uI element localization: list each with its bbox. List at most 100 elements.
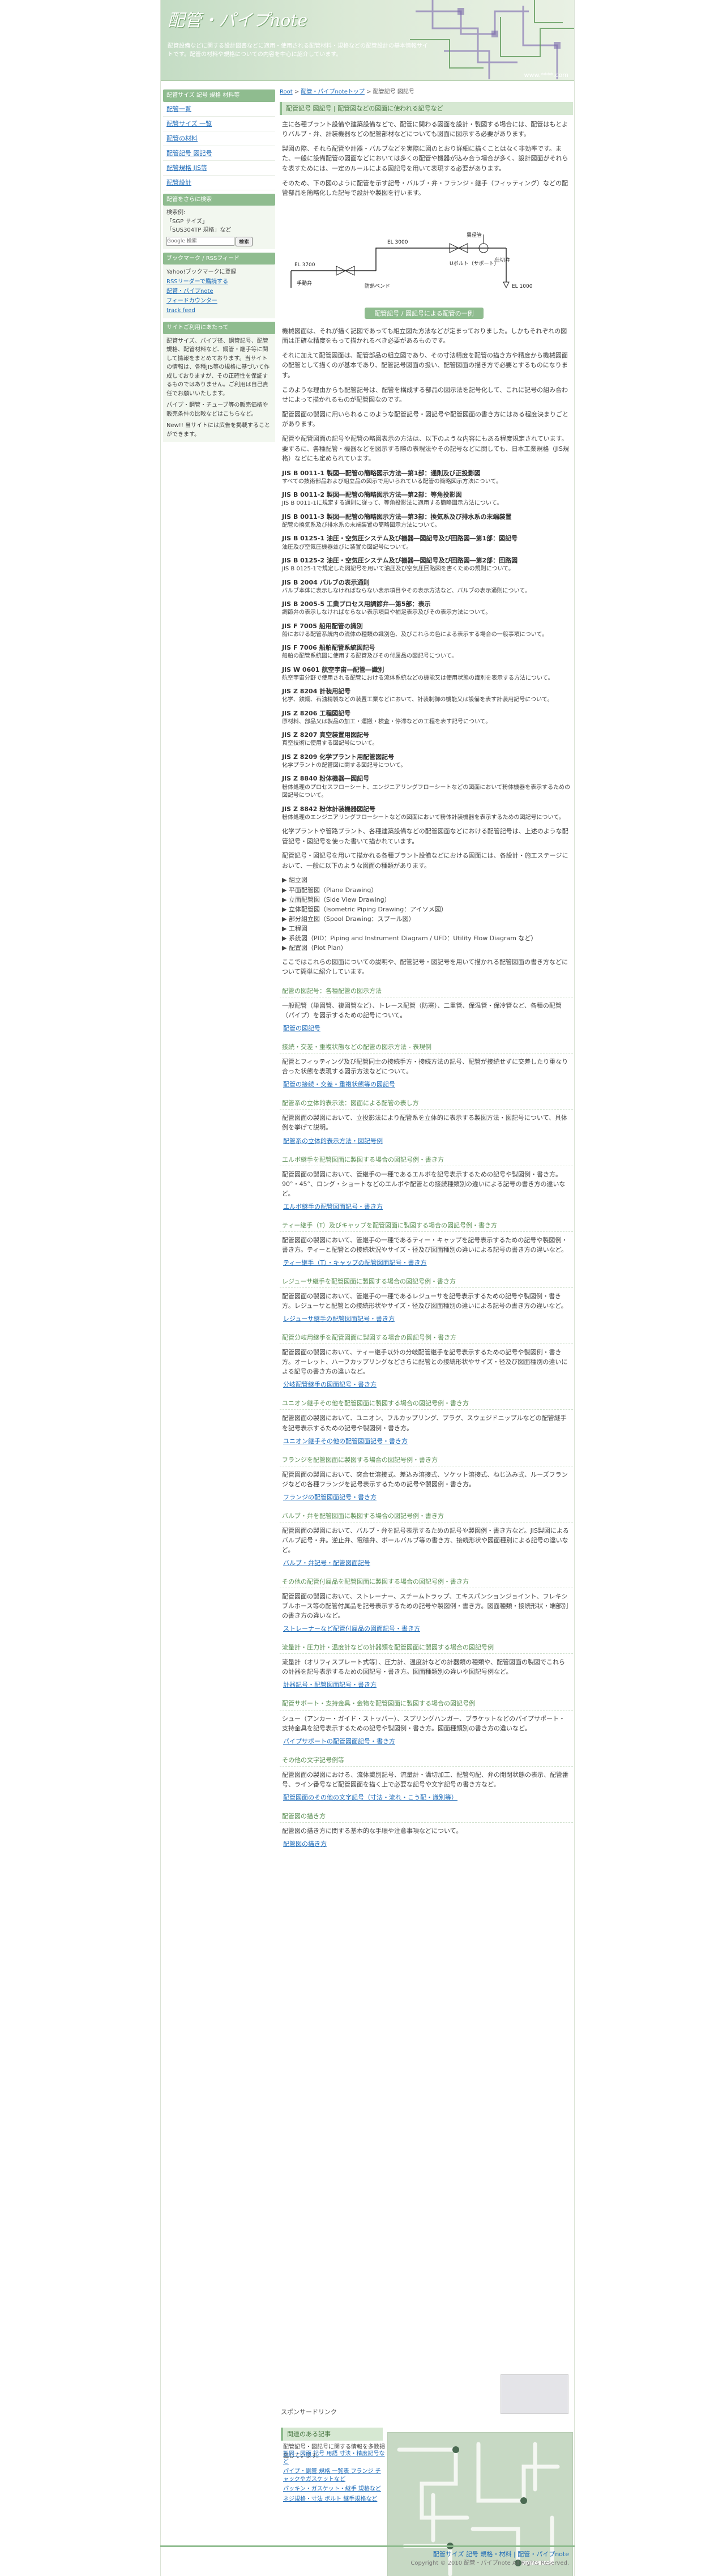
section-link[interactable]: バルブ・弁記号・配管図面記号 bbox=[283, 1558, 570, 1568]
sidebar-item-pipe-material[interactable]: 配管の材料 bbox=[163, 131, 275, 146]
jis-standard-item: JIS F 7006 船舶配管系統図記号 船舶の配管系統図に使用する配管及びその付… bbox=[282, 643, 571, 661]
jis-standard-title[interactable]: JIS Z 8206 工程図記号 bbox=[282, 709, 571, 718]
section-block: その他の文字記号例等 配管図面の製図における、流体識別記号、流量計・溝切加工、配管… bbox=[280, 1754, 573, 1802]
section-link[interactable]: 配管図の描き方 bbox=[283, 1839, 570, 1849]
jis-standard-item: JIS B 0011-1 製図―配管の簡略図示方法―第1部：通則及び正投影図 すべ… bbox=[282, 468, 571, 487]
search-button[interactable]: 検索 bbox=[236, 236, 253, 246]
jis-standard-title[interactable]: JIS B 0011-2 製図―配管の簡略図示方法―第2部：等角投影図 bbox=[282, 490, 571, 500]
section-block: フランジを配管図面に製図する場合の図記号例・書き方 配管図面の製図において、突合せ… bbox=[280, 1454, 573, 1502]
related-item[interactable]: 製図・図面 記号 用語 寸法・精度記号など bbox=[283, 2450, 385, 2466]
section-heading: エルボ継手を配管図面に製図する場合の図記号例・書き方 bbox=[280, 1154, 573, 1166]
jis-standard-title[interactable]: JIS B 0125-1 油圧・空気圧システム及び機器―図記号及び回路図―第1部… bbox=[282, 534, 571, 543]
diagram-label-el4: EL 1000 bbox=[512, 284, 533, 289]
section-heading: レジューサ継手を配管図面に製図する場合の図記号例・書き方 bbox=[280, 1276, 573, 1289]
section-heading: 配管図の描き方 bbox=[280, 1810, 573, 1823]
site-logo[interactable]: 配管・パイプnote bbox=[168, 8, 307, 35]
related-list: 製図・図面 記号 用語 寸法・精度記号など パイプ・鋼管 規格 一覧表 フランジ… bbox=[283, 2450, 385, 2505]
feed-link[interactable]: 配管・パイプnote bbox=[166, 288, 213, 295]
section-link[interactable]: パイプサポートの配管図面記号・書き方 bbox=[283, 1737, 570, 1746]
jis-standard-title[interactable]: JIS F 7006 船舶配管系統図記号 bbox=[282, 643, 571, 652]
sponsor-banner[interactable] bbox=[501, 2374, 568, 2414]
section-text: 配管図面の製図において、ストレーナー、スチームトラップ、エキスパンションジョイン… bbox=[282, 1593, 568, 1620]
jis-standard-desc: JIS B 0125-1で規定した図記号を用いて油圧及び空気圧回路図を書くための… bbox=[282, 566, 514, 573]
jis-standard-title[interactable]: JIS B 0125-2 油圧・空気圧システム及び機器―図記号及び回路図―第2部… bbox=[282, 556, 571, 565]
drawing-type-item: ▶ 組立図 bbox=[282, 876, 307, 884]
section-text: 配管図面の製図において、管継手の一種であるレジューサを記号表示するための記号や製… bbox=[282, 1293, 567, 1310]
sidebar-item-pipe-list[interactable]: 配管一覧 bbox=[163, 102, 275, 117]
body-paragraph-7: 配管図面の製図に用いられるこのような配管記号・図記号や配管図面の書き方にはある程… bbox=[282, 410, 568, 428]
section-link[interactable]: レジューサ継手の配管図面記号・書き方 bbox=[283, 1314, 570, 1324]
drawing-type-item: ▶ 配置図（Plot Plan） bbox=[282, 944, 347, 952]
jis-standard-title[interactable]: JIS Z 8204 計装用記号 bbox=[282, 686, 571, 696]
related-item[interactable]: パイプ・鋼管 規格 一覧表 フランジ チャックやガスケットなど bbox=[283, 2468, 385, 2483]
section-text: 配管とフィッティング及び配管同士の接続手方・接続方法の記号、配管が接続せずに交差… bbox=[282, 1058, 568, 1076]
section-heading: 配管の図記号：各種配管の図示方法 bbox=[280, 985, 573, 998]
search-example-2: 「SUS304TP 規格」など bbox=[166, 227, 232, 234]
breadcrumb-site[interactable]: 配管・パイプnoteトップ bbox=[301, 89, 365, 95]
sidebar-item-piping-symbols[interactable]: 配管記号 図記号 bbox=[163, 146, 275, 161]
about-text-2: パイプ・鋼管・チューブ等の販売価格や販売条件の比較などはこちらなど。 bbox=[166, 402, 268, 417]
section-link[interactable]: 配管の図記号 bbox=[283, 1023, 570, 1033]
jis-standard-title[interactable]: JIS Z 8842 粉体計装機器図記号 bbox=[282, 804, 571, 814]
section-heading: ユニオン継手その他を配管図面に製図する場合の図記号例・書き方 bbox=[280, 1397, 573, 1410]
jis-standard-title[interactable]: JIS Z 8840 粉体機器―図記号 bbox=[282, 774, 571, 783]
jis-standard-title[interactable]: JIS B 2004 バルブの表示通則 bbox=[282, 578, 571, 587]
breadcrumb-root[interactable]: Root bbox=[280, 89, 293, 95]
footer-links[interactable]: 配管サイズ 記号 規格・材料 | 配管・パイプnote bbox=[160, 2549, 569, 2559]
drawing-type-item: ▶ 立体配管図（Isometric Piping Drawing：アイソメ図） bbox=[282, 905, 447, 913]
section-heading: ティー継手（T）及びキャップを配管図面に製図する場合の図記号例・書き方 bbox=[280, 1219, 573, 1232]
section-text: 配管図面の製図において、突合せ溶接式、差込み溶接式、ソケット溶接式、ねじ込み式、… bbox=[282, 1470, 568, 1488]
body-paragraph-8: 配管や配管図面の記号や配管の略図表示の方法は、以下のような内容にもある程度規定さ… bbox=[282, 435, 569, 463]
related-item[interactable]: ネジ規格・寸法 ボルト 継手規格など bbox=[283, 2496, 385, 2504]
rss-reader-link[interactable]: RSSリーダーで購読する bbox=[166, 279, 228, 285]
jis-standard-title[interactable]: JIS B 0011-3 製図―配管の簡略図示方法―第3部：換気系及び排水系の末… bbox=[282, 512, 571, 522]
section-link[interactable]: エルボ継手の配管図面記号・書き方 bbox=[283, 1202, 570, 1212]
jis-standard-title[interactable]: JIS B 2005-5 工業プロセス用調節弁―第5部：表示 bbox=[282, 599, 571, 609]
section-text: 配管図面の製図において、ティー継手以外の分岐配管継手を記号表示するための記号や製… bbox=[282, 1349, 568, 1376]
sidebar-item-piping-design[interactable]: 配管設計 bbox=[163, 176, 275, 190]
diagram-label-el3: 異径管 bbox=[467, 232, 482, 238]
section-link[interactable]: 配管図面のその他の文字記号（寸法・流れ・こう配・識別等） bbox=[283, 1793, 570, 1802]
section-link[interactable]: 計器記号・配管図面記号・書き方 bbox=[283, 1680, 570, 1690]
jis-standard-item: JIS Z 8842 粉体計装機器図記号 粉体処理のエンジニアリングフローシートな… bbox=[282, 804, 571, 822]
section-link[interactable]: 配管系の立体的表示方法・図記号例 bbox=[283, 1136, 570, 1146]
diagram-label-gate: 仕切弁 bbox=[495, 257, 510, 263]
site-url[interactable]: www.****.com bbox=[524, 70, 568, 80]
section-heading: その他の文字記号例等 bbox=[280, 1754, 573, 1767]
section-link[interactable]: ティー継手（T）・キャップの配管図面記号・書き方 bbox=[283, 1258, 570, 1268]
section-link[interactable]: ストレーナーなど配管付属品の図面記号・書き方 bbox=[283, 1624, 570, 1634]
feedburner-link[interactable]: フィードカウンター bbox=[166, 298, 217, 304]
section-link[interactable]: 配管の接続・交差・重複状態等の図記号 bbox=[283, 1080, 570, 1089]
jis-standard-item: JIS B 0125-2 油圧・空気圧システム及び機器―図記号及び回路図―第2部… bbox=[282, 556, 571, 574]
piping-diagram-svg: EL 3700 EL 3000 異径管 手動弁 防熱ベンド Uボルト（サポート）… bbox=[290, 232, 533, 319]
jis-standard-title[interactable]: JIS F 7005 船用配管の識別 bbox=[282, 621, 571, 631]
section-link[interactable]: フランジの配管図面記号・書き方 bbox=[283, 1492, 570, 1502]
jis-standard-title[interactable]: JIS W 0601 航空宇宙―配管―識別 bbox=[282, 665, 571, 675]
diagram-label-stud: 手動弁 bbox=[297, 280, 312, 287]
section-text: 流量計（オリフィスプレート式等）、圧力計、温度計などの計器類の種類や、配管図面の… bbox=[282, 1658, 565, 1676]
sponsor-link-label[interactable]: スポンサードリンク bbox=[281, 2407, 337, 2417]
intro-paragraph-1: 主に各種プラント設備や建築設備などで、配管に関わる図面を設計・製図する場合には、… bbox=[282, 120, 568, 138]
section-heading: 配管サポート・支持金具・金物を配管図面に製図する場合の図記号例 bbox=[280, 1698, 573, 1711]
sidebar-item-pipe-size[interactable]: 配管サイズ 一覧 bbox=[163, 117, 275, 131]
jis-standard-title[interactable]: JIS B 0011-1 製図―配管の簡略図示方法―第1部：通則及び正投影図 bbox=[282, 468, 571, 478]
section-block: レジューサ継手を配管図面に製図する場合の図記号例・書き方配管図面の製図において、… bbox=[280, 1276, 573, 1324]
section-text: 配管図面の製図において、立投影法により配管系を立体的に表示する製図方法・図記号に… bbox=[282, 1114, 568, 1132]
section-heading: 配管分岐用継手を配管図面に製図する場合の図記号例・書き方 bbox=[280, 1332, 573, 1345]
section-link[interactable]: ユニオン継手その他の配管図面記号・書き方 bbox=[283, 1436, 570, 1446]
search-input[interactable] bbox=[166, 236, 234, 246]
section-block: 接続・交差・重複状態などの配管の図示方法 - 表現例 配管とフィッティング及び配管… bbox=[280, 1041, 573, 1089]
jis-standard-list: JIS B 0011-1 製図―配管の簡略図示方法―第1部：通則及び正投影図 すべ… bbox=[282, 468, 571, 822]
jis-standard-title[interactable]: JIS Z 8209 化学プラント用配管図記号 bbox=[282, 752, 571, 762]
yahoo-bookmark-link[interactable]: Yahoo!ブックマークに登録 bbox=[166, 267, 272, 277]
section-link[interactable]: 分岐配管継手の図面記号・書き方 bbox=[283, 1380, 570, 1389]
site-header: 配管・パイプnote 配管設備などに関する設計図書などに適用・使用される配管材料… bbox=[161, 0, 574, 81]
track-feed-link[interactable]: track feed bbox=[166, 308, 195, 314]
related-item[interactable]: パッキン・ガスケット・継手 規格など bbox=[283, 2485, 385, 2493]
sidebar-item-jis-standard[interactable]: 配管規格 JIS等 bbox=[163, 161, 275, 176]
sidebar-heading-categories: 配管サイズ 記号 規格 材料等 bbox=[163, 89, 275, 102]
diagram-label-uval: Uボルト（サポート） bbox=[450, 261, 499, 267]
jis-standard-item: JIS B 0011-2 製図―配管の簡略図示方法―第2部：等角投影図 JIS B… bbox=[282, 490, 571, 508]
sidebar-heading-search: 配管をさらに検索 bbox=[163, 193, 275, 206]
jis-standard-title[interactable]: JIS Z 8207 真空装置用図記号 bbox=[282, 730, 571, 740]
